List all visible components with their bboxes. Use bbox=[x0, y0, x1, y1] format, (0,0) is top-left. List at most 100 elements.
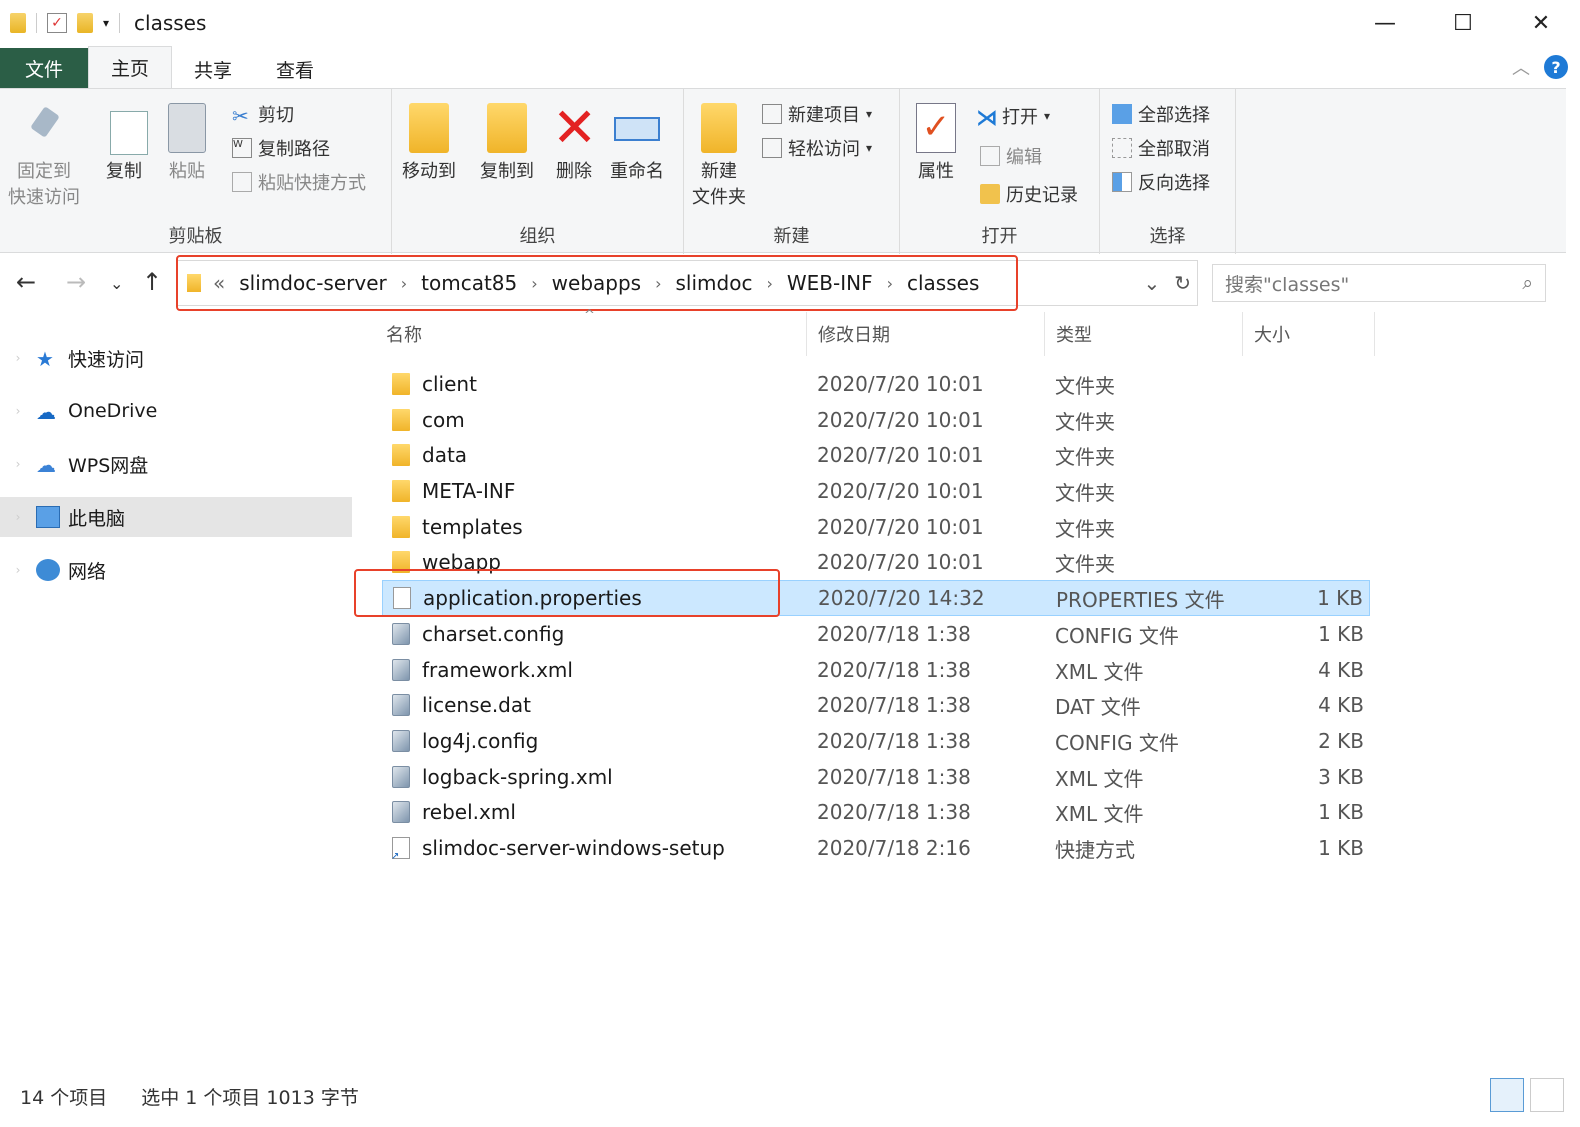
expand-chevron-icon[interactable]: › bbox=[0, 563, 36, 577]
file-row[interactable]: framework.xml 2020/7/18 1:38 XML 文件 4 KB bbox=[382, 652, 1370, 688]
computer-icon bbox=[36, 506, 60, 528]
column-header-size[interactable]: 大小 bbox=[1254, 312, 1374, 356]
close-button[interactable]: ✕ bbox=[1502, 0, 1580, 46]
chevron-right-icon[interactable]: › bbox=[401, 274, 407, 293]
sidebar-item-this-pc[interactable]: › 此电脑 bbox=[0, 497, 352, 537]
organize-group: 移动到 复制到 ✕ 删除 重命名 组织 bbox=[392, 89, 684, 254]
properties-button[interactable]: ✓ 属性 bbox=[916, 103, 956, 185]
column-header-name[interactable]: 名称 bbox=[386, 312, 806, 356]
divider bbox=[119, 13, 121, 33]
sidebar-item-quick-access[interactable]: › ★ 快速访问 bbox=[0, 338, 352, 378]
file-row[interactable]: license.dat 2020/7/18 1:38 DAT 文件 4 KB bbox=[382, 687, 1370, 723]
delete-button[interactable]: ✕ 删除 bbox=[552, 101, 597, 185]
breadcrumb-item[interactable]: slimdoc-server bbox=[239, 271, 386, 295]
breadcrumb-item[interactable]: tomcat85 bbox=[421, 271, 517, 295]
chevron-right-icon[interactable]: › bbox=[887, 274, 893, 293]
breadcrumb-item[interactable]: webapps bbox=[552, 271, 641, 295]
collapse-ribbon-icon[interactable]: ︿ bbox=[1512, 54, 1530, 80]
breadcrumb-item[interactable]: slimdoc bbox=[676, 271, 753, 295]
cloud-icon: ☁ bbox=[36, 400, 56, 424]
paste-shortcut-button[interactable]: 粘贴快捷方式 bbox=[232, 169, 366, 195]
column-divider[interactable] bbox=[1242, 312, 1243, 356]
refresh-icon[interactable]: ↻ bbox=[1174, 271, 1191, 295]
new-group-label: 新建 bbox=[773, 226, 810, 247]
chevron-right-icon[interactable]: › bbox=[531, 274, 537, 293]
chevron-down-icon: ▾ bbox=[1044, 109, 1051, 123]
file-row[interactable]: webapp 2020/7/20 10:01 文件夹 bbox=[382, 544, 1370, 580]
invert-selection-button[interactable]: 反向选择 bbox=[1112, 169, 1210, 195]
file-row[interactable]: templates 2020/7/20 10:01 文件夹 bbox=[382, 509, 1370, 545]
invert-selection-icon bbox=[1112, 172, 1132, 192]
large-icons-view-icon[interactable] bbox=[1530, 1078, 1564, 1112]
sidebar-item-onedrive[interactable]: › ☁ OneDrive bbox=[0, 391, 352, 431]
paste-button[interactable]: 粘贴 bbox=[168, 103, 206, 185]
maximize-button[interactable]: ☐ bbox=[1424, 0, 1502, 46]
file-row[interactable]: data 2020/7/20 10:01 文件夹 bbox=[382, 437, 1370, 473]
select-group-label: 选择 bbox=[1149, 226, 1186, 247]
column-header-type[interactable]: 类型 bbox=[1056, 312, 1242, 356]
overflow-crumbs[interactable]: « bbox=[213, 271, 225, 295]
file-row-selected[interactable]: application.properties 2020/7/20 14:32 P… bbox=[382, 580, 1370, 616]
select-none-button[interactable]: 全部取消 bbox=[1112, 135, 1210, 161]
file-row[interactable]: com 2020/7/20 10:01 文件夹 bbox=[382, 402, 1370, 438]
open-button[interactable]: ⋊ 打开 ▾ bbox=[976, 103, 1051, 131]
forward-arrow-icon[interactable]: → bbox=[66, 268, 86, 296]
search-input[interactable]: 搜索"classes" ⌕ bbox=[1212, 264, 1546, 302]
history-button[interactable]: 历史记录 bbox=[980, 181, 1078, 207]
pin-quick-access-button[interactable]: 固定到 快速访问 bbox=[8, 103, 80, 211]
tab-share[interactable]: 共享 bbox=[172, 50, 254, 88]
file-row[interactable]: log4j.config 2020/7/18 1:38 CONFIG 文件 2 … bbox=[382, 723, 1370, 759]
folder-icon bbox=[392, 516, 410, 538]
file-row[interactable]: client 2020/7/20 10:01 文件夹 bbox=[382, 366, 1370, 402]
folder-icon[interactable] bbox=[10, 13, 26, 33]
customize-dropdown-icon[interactable]: ▾ bbox=[103, 16, 109, 30]
breadcrumb-item[interactable]: classes bbox=[907, 271, 979, 295]
search-icon[interactable]: ⌕ bbox=[1522, 272, 1533, 294]
new-folder-icon[interactable] bbox=[77, 13, 93, 33]
edit-icon bbox=[980, 146, 1000, 166]
up-arrow-icon[interactable]: ↑ bbox=[142, 268, 162, 296]
expand-chevron-icon[interactable]: › bbox=[0, 404, 36, 418]
recent-locations-chevron-icon[interactable]: ⌄ bbox=[110, 274, 123, 293]
properties-check-icon[interactable]: ✓ bbox=[47, 13, 67, 33]
expand-chevron-icon[interactable]: › bbox=[0, 457, 36, 471]
breadcrumb-item[interactable]: WEB-INF bbox=[787, 271, 873, 295]
rename-button[interactable]: 重命名 bbox=[610, 103, 664, 185]
address-bar[interactable]: « slimdoc-server › tomcat85 › webapps › sli… bbox=[176, 260, 1198, 306]
select-all-button[interactable]: 全部选择 bbox=[1112, 101, 1210, 127]
file-row[interactable]: META-INF 2020/7/20 10:01 文件夹 bbox=[382, 473, 1370, 509]
move-to-button[interactable]: 移动到 bbox=[402, 103, 456, 185]
edit-button[interactable]: 编辑 bbox=[980, 143, 1042, 169]
address-dropdown-icon[interactable]: ⌄ bbox=[1143, 271, 1160, 295]
tab-home[interactable]: 主页 bbox=[88, 46, 173, 88]
new-item-button[interactable]: 新建项目 ▾ bbox=[762, 101, 872, 127]
sidebar-item-network[interactable]: › 网络 bbox=[0, 550, 352, 590]
file-row[interactable]: logback-spring.xml 2020/7/18 1:38 XML 文件… bbox=[382, 759, 1370, 795]
chevron-right-icon[interactable]: › bbox=[655, 274, 661, 293]
new-folder-button[interactable]: 新建 文件夹 bbox=[692, 103, 746, 211]
file-row[interactable]: rebel.xml 2020/7/18 1:38 XML 文件 1 KB bbox=[382, 794, 1370, 830]
expand-chevron-icon[interactable]: › bbox=[0, 351, 36, 365]
copy-button[interactable]: 复制 bbox=[102, 103, 148, 185]
column-divider[interactable] bbox=[1044, 312, 1045, 356]
copy-path-button[interactable]: W 复制路径 bbox=[232, 135, 330, 161]
minimize-button[interactable]: — bbox=[1346, 0, 1424, 46]
column-divider[interactable] bbox=[806, 312, 807, 356]
expand-chevron-icon[interactable]: › bbox=[0, 510, 36, 524]
file-row[interactable]: charset.config 2020/7/18 1:38 CONFIG 文件 … bbox=[382, 616, 1370, 652]
sidebar-item-wps[interactable]: › ☁ WPS网盘 bbox=[0, 444, 352, 484]
tab-file[interactable]: 文件 bbox=[0, 48, 88, 88]
details-view-icon[interactable] bbox=[1490, 1078, 1524, 1112]
chevron-right-icon[interactable]: › bbox=[766, 274, 772, 293]
column-header-date[interactable]: 修改日期 bbox=[818, 312, 1044, 356]
folder-icon bbox=[392, 551, 410, 573]
back-arrow-icon[interactable]: ← bbox=[16, 268, 36, 296]
help-icon[interactable]: ? bbox=[1544, 55, 1568, 79]
cut-button[interactable]: ✂ 剪切 bbox=[232, 101, 294, 128]
easy-access-button[interactable]: 轻松访问 ▾ bbox=[762, 135, 872, 161]
file-row[interactable]: slimdoc-server-windows-setup 2020/7/18 2… bbox=[382, 830, 1370, 866]
column-divider[interactable] bbox=[1374, 312, 1375, 356]
copy-to-button[interactable]: 复制到 bbox=[480, 103, 534, 185]
tab-view[interactable]: 查看 bbox=[254, 50, 336, 88]
folder-icon bbox=[392, 444, 410, 466]
